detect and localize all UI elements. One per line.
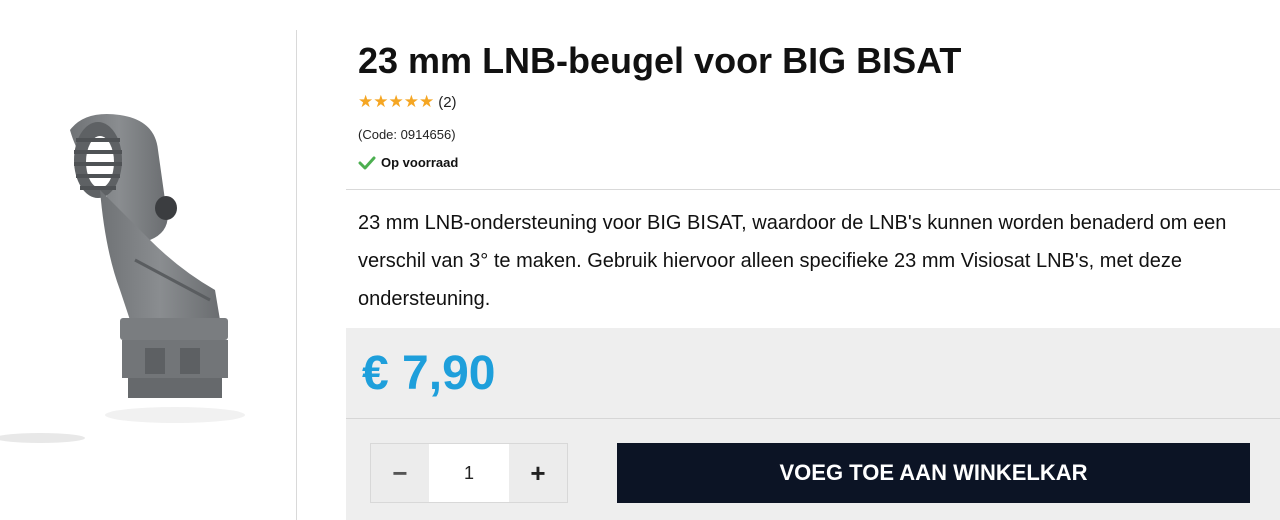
product-title: 23 mm LNB-beugel voor BIG BISAT xyxy=(358,40,962,81)
product-gallery xyxy=(0,0,296,520)
quantity-input[interactable] xyxy=(429,444,509,502)
purchase-panel: € 7,90 − + VOEG TOE AAN WINKELKAR xyxy=(346,328,1280,520)
thumbnail-shadow xyxy=(0,433,85,443)
product-price: € 7,90 xyxy=(362,347,496,400)
product-code: (Code: 0914656) xyxy=(358,127,456,142)
product-page: 23 mm LNB-beugel voor BIG BISAT ★★★★★ (2… xyxy=(0,0,1280,520)
star-icon: ★★★★★ xyxy=(358,92,435,111)
product-description: 23 mm LNB-ondersteuning voor BIG BISAT, … xyxy=(358,212,1227,310)
stock-status: Op voorraad xyxy=(358,155,458,170)
check-icon xyxy=(358,156,376,169)
price-divider xyxy=(346,418,1280,419)
stock-label: Op voorraad xyxy=(381,155,459,170)
quantity-increase-button[interactable]: + xyxy=(509,444,567,502)
product-rating[interactable]: ★★★★★ (2) xyxy=(358,93,457,111)
add-to-cart-button[interactable]: VOEG TOE AAN WINKELKAR xyxy=(617,443,1250,503)
product-image[interactable] xyxy=(40,90,260,430)
quantity-stepper: − + xyxy=(370,443,568,503)
quantity-decrease-button[interactable]: − xyxy=(371,444,429,502)
section-divider xyxy=(346,189,1280,190)
review-count[interactable]: (2) xyxy=(438,94,456,111)
column-divider xyxy=(296,30,297,520)
